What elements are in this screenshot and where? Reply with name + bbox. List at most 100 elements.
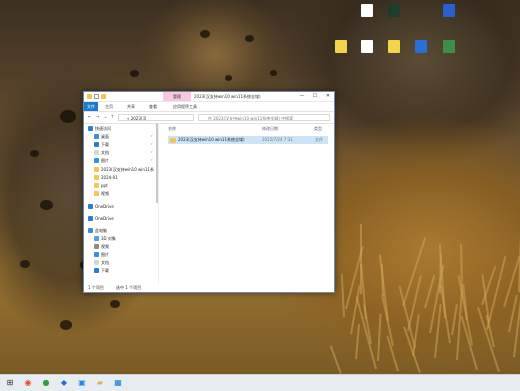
nav-item[interactable]: 下载	[94, 141, 109, 148]
nav-item[interactable]: 2023(汉支持win10 win11系	[94, 166, 154, 173]
pin-icon: ✓	[150, 149, 154, 154]
desktop-icon[interactable]	[383, 4, 405, 18]
wallpaper-grass	[412, 314, 420, 357]
tab-home[interactable]: 主页	[102, 102, 116, 111]
nav-item[interactable]: 图片	[94, 251, 109, 258]
file-name: 2023(汉支持win10 win11系统全域)	[178, 137, 245, 142]
tab-file[interactable]: 文件	[84, 102, 98, 111]
column-name[interactable]: 名称	[168, 125, 176, 133]
computer-app-icon	[443, 4, 455, 17]
nav-item[interactable]: 快速访问	[88, 125, 111, 132]
taskbar: ⊞ ◉ ● ◆ ▣ ▰ ▦	[0, 374, 520, 391]
app-tv-icon[interactable]: ▣	[76, 377, 88, 389]
nav-item-label: 桌面	[101, 134, 109, 139]
nav-item-label: OneDrive	[95, 204, 114, 209]
tab-share[interactable]: 共享	[124, 102, 138, 111]
nav-item-label: 2024-01	[101, 175, 118, 180]
nav-item[interactable]: OneDrive	[88, 215, 114, 222]
green-app-icon	[443, 40, 455, 53]
minimize-button[interactable]: —	[296, 92, 308, 101]
nav-item[interactable]: 文档	[94, 149, 109, 156]
tab-view[interactable]: 查看	[146, 102, 160, 111]
nav-item-label: 快速访问	[95, 126, 111, 131]
tab-manage[interactable]: 管理	[163, 92, 191, 101]
tab-app-tools[interactable]: 应用程序工具	[170, 102, 200, 111]
column-date[interactable]: 修改日期	[262, 125, 278, 133]
pin-icon: ✓	[150, 133, 154, 138]
desktop-icon[interactable]	[383, 40, 405, 54]
app-blue-icon[interactable]: ◆	[58, 377, 70, 389]
up-arrow-icon[interactable]: ↑	[109, 114, 116, 121]
folder-icon	[87, 94, 92, 99]
browser-app-icon[interactable]: ◉	[22, 377, 34, 389]
nav-item[interactable]: 桌面	[94, 133, 109, 140]
window-title: 2023(汉支持win10 win11系统全域)	[194, 94, 261, 99]
properties-icon[interactable]	[94, 94, 99, 99]
pin-icon: ✓	[150, 157, 154, 162]
computer-app-icon	[415, 40, 427, 53]
nav-item[interactable]: ppt	[94, 182, 108, 189]
nav-item-icon	[88, 204, 93, 209]
nav-item[interactable]: 视频	[94, 190, 109, 197]
address-bar[interactable]: « 2023(汉	[118, 114, 194, 121]
nav-item-icon	[88, 228, 93, 233]
nav-item-label: 视频	[101, 244, 109, 249]
nav-item-icon	[88, 126, 93, 131]
nav-scrollbar[interactable]	[156, 123, 158, 203]
back-arrow-icon[interactable]: ←	[86, 114, 93, 121]
wallpaper-spot	[245, 35, 254, 43]
desktop-icon[interactable]	[410, 40, 432, 54]
desktop-icon[interactable]	[438, 40, 460, 54]
status-bar: 1 个项目 选中 1 个项目	[84, 284, 334, 292]
app-green-icon[interactable]: ●	[40, 377, 52, 389]
nav-item-label: 此电脑	[95, 228, 107, 233]
wallpaper-spot	[200, 30, 210, 38]
nav-item[interactable]: 文档	[94, 259, 109, 266]
nav-item[interactable]: 此电脑	[88, 227, 107, 234]
desktop-icon[interactable]	[330, 40, 352, 54]
search-input[interactable]: 在 2023(汉支持win10 win11系统全域) 中搜索	[198, 114, 330, 121]
nav-item[interactable]: OneDrive	[88, 203, 114, 210]
nav-item[interactable]: 视频	[94, 243, 109, 250]
nav-item-icon	[94, 150, 99, 155]
maximize-button[interactable]: ☐	[309, 92, 321, 101]
nav-item-icon	[94, 158, 99, 163]
nav-item-icon	[94, 236, 99, 241]
start-button-icon[interactable]: ⊞	[4, 377, 16, 389]
column-type[interactable]: 类型	[314, 125, 322, 133]
title-bar[interactable]: 管理 2023(汉支持win10 win11系统全域) — ☐ ✕	[84, 92, 334, 102]
wallpaper-spot	[20, 260, 30, 268]
desktop-icon[interactable]	[356, 4, 378, 18]
recent-dropdown-icon[interactable]: ⌄	[102, 114, 109, 121]
forward-arrow-icon[interactable]: →	[94, 114, 101, 121]
table-row[interactable]: 2023(汉支持win10 win11系统全域) 2022/7/24 7:31 …	[168, 136, 328, 144]
app-store-icon[interactable]: ▦	[112, 377, 124, 389]
terminal-app-icon	[388, 4, 400, 17]
wallpaper-spot	[30, 150, 39, 158]
wallpaper-spot	[60, 320, 72, 330]
file-list: 名称 修改日期 类型 2023(汉支持win10 win11系统全域) 2022…	[162, 123, 334, 284]
nav-item-label: 视频	[101, 191, 109, 196]
new-folder-icon[interactable]	[101, 94, 106, 99]
wallpaper-spot	[40, 200, 53, 211]
wallpaper-spot	[60, 110, 76, 123]
wallpaper-grass	[340, 274, 345, 318]
close-button[interactable]: ✕	[322, 92, 334, 101]
nav-item-icon	[94, 175, 99, 180]
file-date: 2022/7/24 7:31	[262, 137, 293, 142]
wallpaper-grass	[486, 256, 507, 331]
nav-item-label: 2023(汉支持win10 win11系	[101, 167, 155, 172]
nav-item[interactable]: 2024-01	[94, 174, 118, 181]
nav-item-icon	[94, 268, 99, 273]
nav-item[interactable]: 3D 对象	[94, 235, 116, 242]
desktop-icon[interactable]	[438, 4, 460, 18]
nav-item[interactable]: 下载	[94, 267, 109, 274]
nav-item[interactable]: 图片	[94, 157, 109, 164]
wallpaper-grass	[329, 345, 342, 374]
text-file-icon	[361, 40, 373, 53]
file-explorer-icon[interactable]: ▰	[94, 377, 106, 389]
wallpaper-grass	[434, 304, 442, 359]
desktop-icon[interactable]	[356, 40, 378, 54]
nav-item-icon	[94, 260, 99, 265]
nav-item-icon	[88, 216, 93, 221]
